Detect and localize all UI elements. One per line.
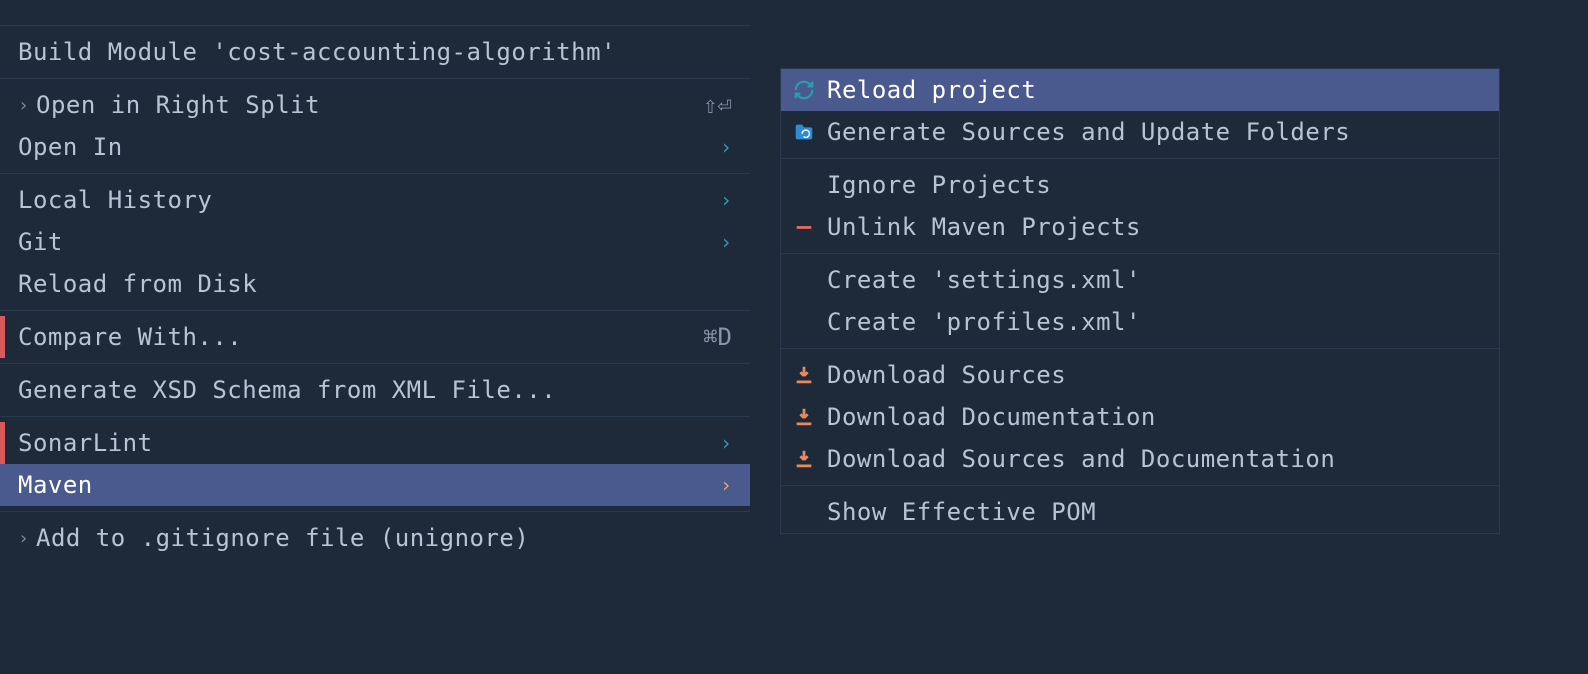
- folder-reload-icon: [791, 119, 817, 145]
- menu-item-label: Unlink Maven Projects: [827, 213, 1481, 241]
- submenu-arrow-icon: ›: [700, 135, 732, 159]
- menu-item-download-sources-docs[interactable]: Download Sources and Documentation: [781, 438, 1499, 480]
- menu-item-label: Show Effective POM: [827, 498, 1481, 526]
- submenu-arrow-icon: ›: [700, 230, 732, 254]
- menu-item-label: Create 'settings.xml': [827, 266, 1481, 294]
- diff-marker-icon: [0, 422, 5, 464]
- chevron-right-icon: ›: [18, 95, 30, 116]
- submenu-arrow-icon: ›: [700, 431, 732, 455]
- chevron-right-icon: ›: [18, 528, 30, 549]
- reload-icon: [791, 77, 817, 103]
- menu-item-label: Add to .gitignore file (unignore): [36, 524, 732, 552]
- download-icon: [791, 362, 817, 388]
- menu-item-label: Generate XSD Schema from XML File...: [18, 376, 732, 404]
- menu-item-sonarlint[interactable]: SonarLint ›: [0, 422, 750, 464]
- menu-item-unlink-maven[interactable]: Unlink Maven Projects: [781, 206, 1499, 248]
- menu-item-download-documentation[interactable]: Download Documentation: [781, 396, 1499, 438]
- shortcut-label: ⇧⏎: [683, 91, 732, 119]
- context-menu-right: Reload project Generate Sources and Upda…: [780, 68, 1500, 534]
- menu-item-label: Reload from Disk: [18, 270, 732, 298]
- menu-item-create-settings-xml[interactable]: Create 'settings.xml': [781, 259, 1499, 301]
- menu-item-download-sources[interactable]: Download Sources: [781, 354, 1499, 396]
- shortcut-label: ⌘D: [683, 323, 732, 351]
- menu-item-generate-sources[interactable]: Generate Sources and Update Folders: [781, 111, 1499, 153]
- menu-separator: [0, 78, 750, 79]
- menu-item-label: Open In: [18, 133, 700, 161]
- menu-item-build-module[interactable]: Build Module 'cost-accounting-algorithm': [0, 31, 750, 73]
- menu-separator: [781, 485, 1499, 486]
- menu-separator: [0, 310, 750, 311]
- diff-marker-icon: [0, 316, 5, 358]
- menu-item-label: Open in Right Split: [36, 91, 683, 119]
- menu-separator: [781, 158, 1499, 159]
- menu-item-label: Download Documentation: [827, 403, 1481, 431]
- menu-item-open-in[interactable]: Open In ›: [0, 126, 750, 168]
- menu-separator: [0, 173, 750, 174]
- menu-item-label: Download Sources: [827, 361, 1481, 389]
- menu-item-generate-xsd[interactable]: Generate XSD Schema from XML File...: [0, 369, 750, 411]
- menu-item-reload-from-disk[interactable]: Reload from Disk: [0, 263, 750, 305]
- menu-item-git[interactable]: Git ›: [0, 221, 750, 263]
- submenu-arrow-icon: ›: [700, 188, 732, 212]
- menu-separator: [0, 511, 750, 512]
- menu-item-label: Local History: [18, 186, 700, 214]
- menu-item-label: Create 'profiles.xml': [827, 308, 1481, 336]
- menu-separator: [0, 416, 750, 417]
- menu-item-reload-project[interactable]: Reload project: [781, 69, 1499, 111]
- download-icon: [791, 404, 817, 430]
- menu-item-label: Download Sources and Documentation: [827, 445, 1481, 473]
- menu-separator: [781, 253, 1499, 254]
- menu-separator: [0, 25, 750, 26]
- menu-separator: [781, 348, 1499, 349]
- menu-separator: [0, 363, 750, 364]
- context-menu-left: Build Module 'cost-accounting-algorithm'…: [0, 0, 750, 559]
- menu-item-show-effective-pom[interactable]: Show Effective POM: [781, 491, 1499, 533]
- minus-icon: [791, 214, 817, 240]
- menu-item-create-profiles-xml[interactable]: Create 'profiles.xml': [781, 301, 1499, 343]
- menu-item-label: Ignore Projects: [827, 171, 1481, 199]
- menu-item-add-gitignore[interactable]: › Add to .gitignore file (unignore): [0, 517, 750, 559]
- menu-top-partial: [0, 0, 750, 20]
- submenu-arrow-icon: ›: [700, 473, 732, 497]
- download-icon: [791, 446, 817, 472]
- menu-item-maven[interactable]: Maven ›: [0, 464, 750, 506]
- menu-item-label: Generate Sources and Update Folders: [827, 118, 1481, 146]
- menu-item-label: Reload project: [827, 76, 1481, 104]
- menu-item-ignore-projects[interactable]: Ignore Projects: [781, 164, 1499, 206]
- menu-item-label: Maven: [18, 471, 700, 499]
- menu-item-open-right-split[interactable]: › Open in Right Split ⇧⏎: [0, 84, 750, 126]
- menu-item-label: Compare With...: [18, 323, 683, 351]
- menu-item-label: Git: [18, 228, 700, 256]
- menu-item-compare-with[interactable]: Compare With... ⌘D: [0, 316, 750, 358]
- menu-item-label: SonarLint: [18, 429, 700, 457]
- menu-item-label: Build Module 'cost-accounting-algorithm': [18, 38, 732, 66]
- menu-item-local-history[interactable]: Local History ›: [0, 179, 750, 221]
